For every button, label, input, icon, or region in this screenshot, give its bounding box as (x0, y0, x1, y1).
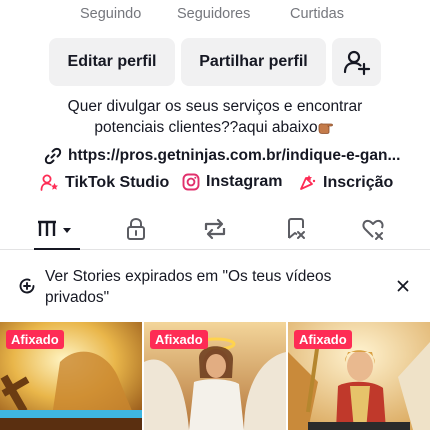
video-thumbnail[interactable]: Afixado (0, 322, 142, 430)
active-tab-indicator (34, 248, 80, 250)
tiktok-studio-link[interactable]: TikTok Studio (40, 173, 169, 192)
link-icon (44, 147, 62, 165)
tab-reposts[interactable] (198, 208, 232, 250)
social-links: TikTok Studio Instagram Inscrição (0, 173, 430, 197)
bio-line-2-text: potenciais clientes??aqui abaixo (94, 119, 318, 136)
share-profile-button[interactable]: Partilhar perfil (181, 38, 326, 86)
instagram-label: Instagram (206, 173, 283, 190)
close-icon[interactable] (397, 280, 409, 292)
profile-bio: Quer divulgar os seus serviços e encontr… (0, 96, 430, 138)
edit-profile-button[interactable]: Editar perfil (49, 38, 175, 86)
inscricao-label: Inscrição (323, 173, 394, 191)
expired-stories-banner[interactable]: Ver Stories expirados em "Os teus vídeos… (0, 256, 430, 318)
subscription-icon (300, 175, 316, 190)
video-thumbnail[interactable]: Afixado (144, 322, 286, 430)
video-grid: Afixado Afixado Afixado (0, 322, 430, 430)
inscricao-link[interactable]: Inscrição (298, 173, 393, 192)
pinned-badge: Afixado (294, 330, 352, 349)
profile-actions: Editar perfil Partilhar perfil (0, 38, 430, 86)
profile-tabs (0, 208, 430, 250)
following-label[interactable]: Seguindo (80, 6, 141, 22)
person-plus-icon (343, 50, 370, 76)
add-friend-button[interactable] (332, 38, 381, 86)
tab-videos-grid[interactable] (34, 208, 80, 250)
tiktok-studio-label: TikTok Studio (65, 173, 170, 191)
add-circle-icon (19, 278, 35, 294)
followers-label[interactable]: Seguidores (177, 6, 250, 22)
instagram-icon (182, 173, 200, 191)
bio-line-1: Quer divulgar os seus serviços e encontr… (67, 98, 363, 115)
repost-icon (204, 218, 226, 240)
pinned-badge: Afixado (6, 330, 64, 349)
tab-private[interactable] (120, 208, 152, 250)
likes-label[interactable]: Curtidas (290, 6, 344, 22)
lock-icon (127, 217, 145, 240)
bookmark-icon (288, 218, 305, 239)
profile-link-text[interactable]: https://pros.getninjas.com.br/indique-e-… (68, 147, 400, 165)
heart-icon (362, 219, 384, 240)
instagram-link[interactable]: Instagram (182, 173, 282, 191)
pointing-hand-emoji (318, 123, 333, 134)
grid-icon (38, 220, 71, 236)
pinned-badge: Afixado (150, 330, 208, 349)
tab-favorites[interactable] (280, 208, 312, 250)
studio-icon (40, 174, 58, 191)
bio-line-2: potenciais clientes??aqui abaixo (0, 117, 430, 138)
profile-link[interactable]: https://pros.getninjas.com.br/indique-e-… (44, 145, 400, 167)
stories-banner-text: Ver Stories expirados em "Os teus vídeos… (45, 268, 332, 306)
stats-labels: Seguindo Seguidores Curtidas (0, 6, 430, 26)
video-thumbnail[interactable]: Afixado (288, 322, 430, 430)
tab-liked[interactable] (358, 208, 390, 250)
